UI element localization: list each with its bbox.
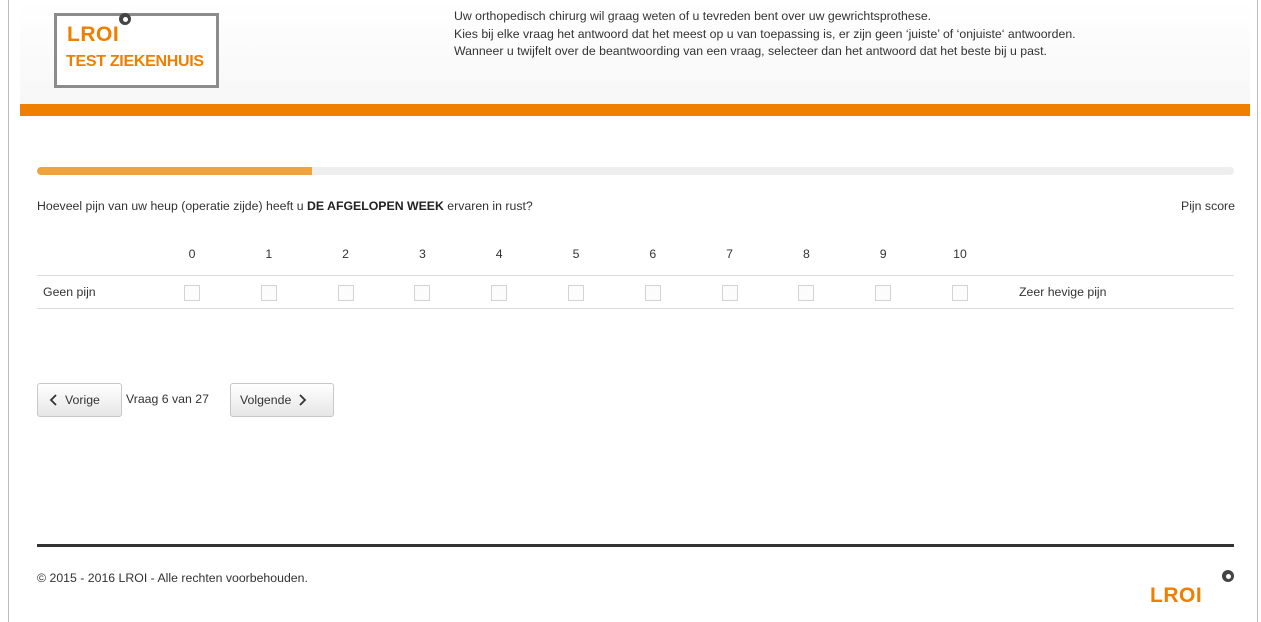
intro-line: Wanneer u twijfelt over de beantwoording… — [454, 44, 1047, 58]
scale-value-10: 10 — [953, 247, 967, 261]
logo-mark-icon — [119, 13, 131, 25]
scale-value-9: 9 — [879, 247, 887, 261]
scale-value-3: 3 — [418, 247, 426, 261]
question-emphasis: DE AFGELOPEN WEEK — [307, 199, 444, 213]
hospital-logo: LROI TEST ZIEKENHUIS — [54, 13, 219, 88]
scale-option-1[interactable] — [260, 285, 277, 301]
scale-option-3[interactable] — [414, 285, 431, 301]
intro-line: Kies bij elke vraag het antwoord dat het… — [454, 26, 1076, 41]
question-text: Hoeveel pijn van uw heup (operatie zijde… — [37, 199, 533, 213]
next-button-label: Volgende — [240, 393, 292, 407]
scale-option-6[interactable] — [644, 285, 661, 301]
next-button[interactable]: Volgende — [230, 383, 334, 417]
chevron-left-icon — [49, 394, 57, 406]
progress-bar — [37, 167, 1234, 175]
previous-button-label: Vorige — [65, 393, 100, 407]
scale-value-7: 7 — [726, 247, 734, 261]
footer-logo-mark-icon — [1222, 570, 1234, 582]
footer-logo: LROI — [1150, 584, 1203, 607]
previous-button[interactable]: Vorige — [37, 383, 122, 417]
scale-option-7[interactable] — [721, 285, 738, 301]
scale-option-5[interactable] — [568, 285, 584, 301]
scale-answer-row: Geen pijn Zeer hevige pijn — [37, 276, 1234, 309]
header-accent-bar — [20, 104, 1250, 116]
hospital-name: TEST ZIEKENHUIS — [66, 53, 204, 70]
intro-text: Uw orthopedisch chirurg wil graag weten … — [454, 8, 1244, 61]
scale-option-8[interactable] — [798, 285, 815, 301]
question-text-start: Hoeveel pijn van uw heup (operatie zijde… — [37, 199, 308, 213]
chevron-right-icon — [299, 394, 307, 406]
question-text-end: ervaren in rust? — [443, 199, 533, 213]
scale-value-4: 4 — [495, 247, 503, 261]
scale-max-label: Zeer hevige pijn — [1019, 285, 1107, 299]
scale-value-1: 1 — [265, 247, 273, 261]
question-counter: Vraag 6 van 27 — [126, 392, 209, 406]
scale-option-0[interactable] — [184, 285, 200, 301]
scale-header-row: 0 1 2 3 4 5 6 7 8 9 10 — [37, 245, 1234, 276]
footer-divider — [37, 544, 1234, 547]
scale-option-2[interactable] — [337, 285, 354, 301]
scale-option-10[interactable] — [952, 285, 968, 301]
scale-value-5: 5 — [572, 247, 580, 261]
scale-option-9[interactable] — [875, 285, 892, 301]
scale-value-6: 6 — [649, 247, 657, 261]
scale-min-label: Geen pijn — [43, 285, 96, 299]
intro-line: Uw orthopedisch chirurg wil graag weten … — [454, 9, 932, 23]
scale-value-8: 8 — [802, 247, 810, 261]
copyright-text: © 2015 - 2016 LROI - Alle rechten voorbe… — [37, 571, 308, 585]
header: LROI TEST ZIEKENHUIS Uw orthopedisch chi… — [20, 0, 1250, 104]
score-label: Pijn score — [1181, 199, 1235, 213]
scale-value-0: 0 — [188, 247, 196, 261]
scale-value-2: 2 — [342, 247, 350, 261]
progress-bar-fill — [37, 167, 313, 175]
logo-text: LROI — [67, 23, 120, 46]
scale-option-4[interactable] — [491, 285, 508, 301]
